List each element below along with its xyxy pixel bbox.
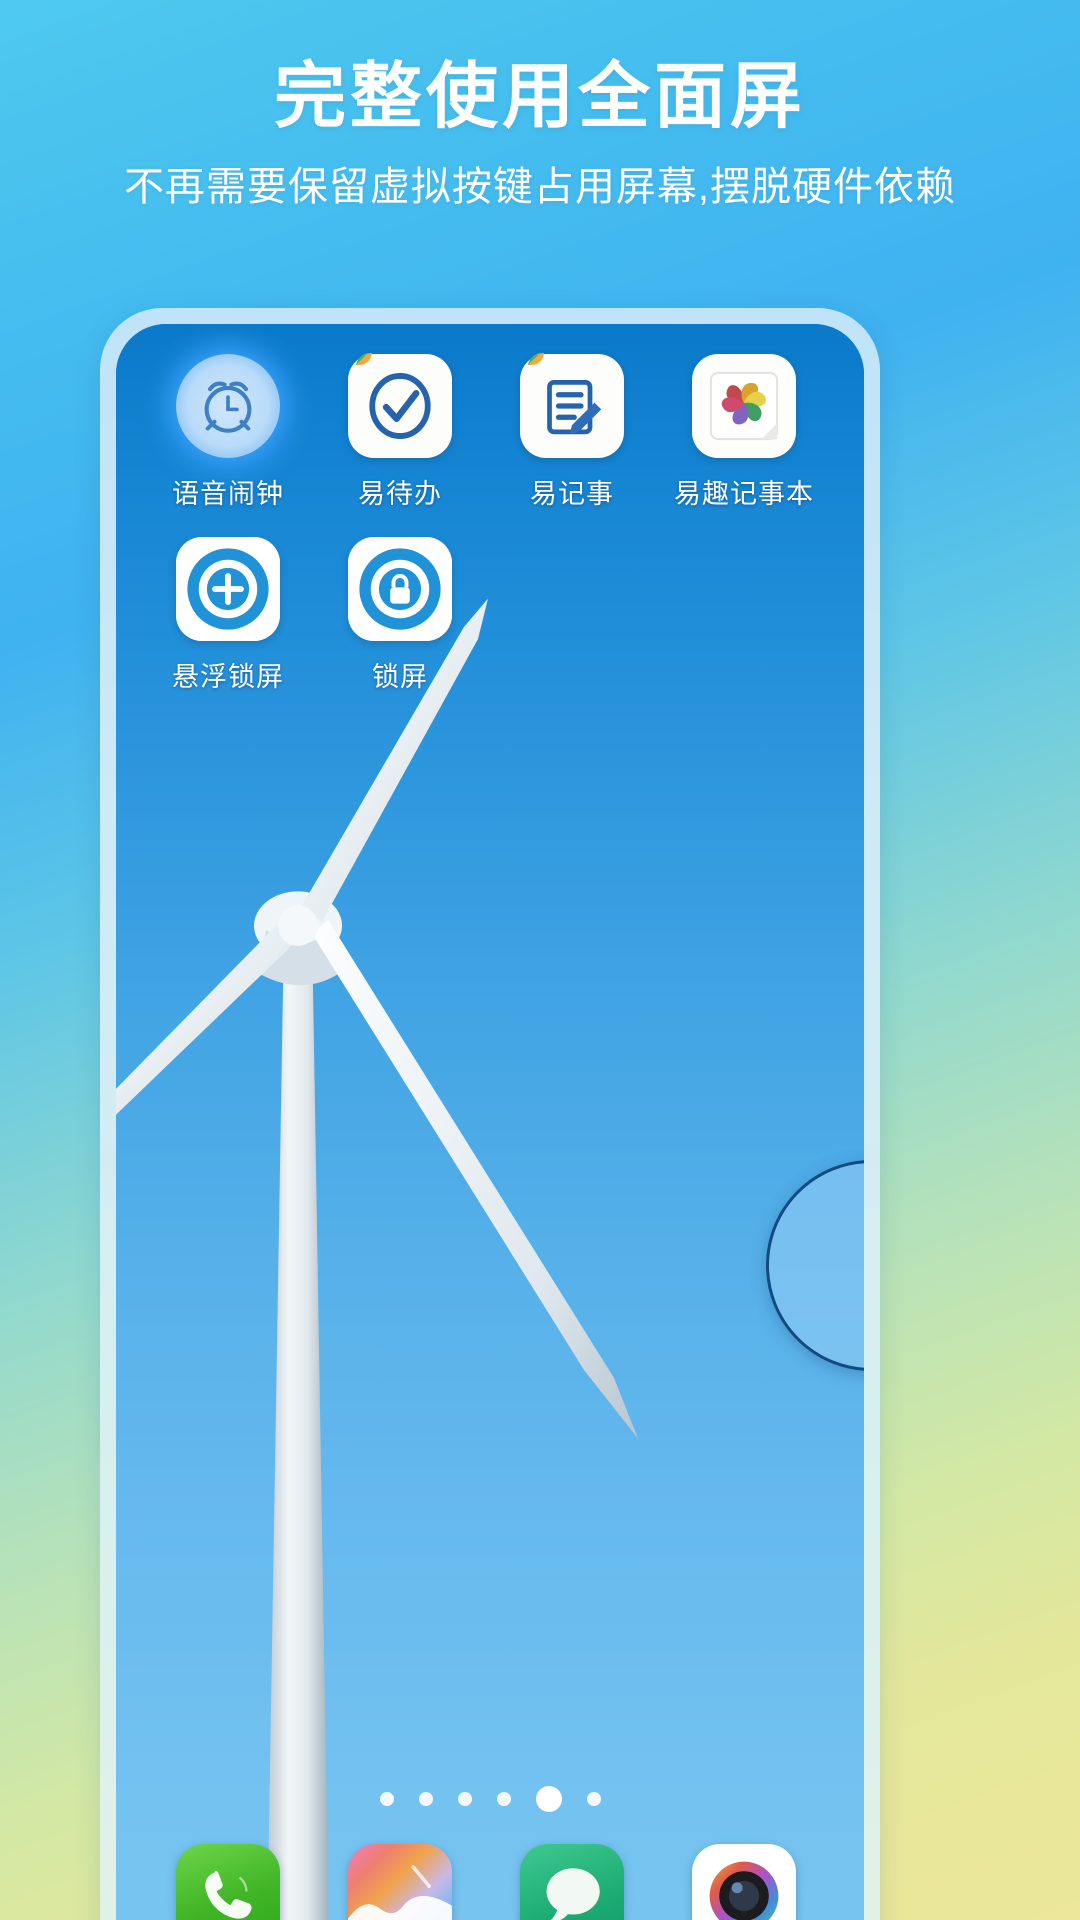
app-slot-empty xyxy=(658,537,830,694)
page-dot-active[interactable] xyxy=(535,1786,562,1812)
note-pen-icon[interactable] xyxy=(520,353,624,458)
app-row: 悬浮锁屏 锁屏 xyxy=(142,537,838,694)
page-dot[interactable] xyxy=(586,1792,601,1806)
alarm-clock-icon[interactable] xyxy=(176,354,280,458)
page-dot[interactable] xyxy=(418,1792,433,1806)
lock-ring-glyph xyxy=(348,537,452,641)
plus-ring-glyph xyxy=(176,537,280,641)
page-dot[interactable] xyxy=(457,1792,472,1806)
app-label: 语音闹钟 xyxy=(172,479,284,509)
flower-notebook-glyph xyxy=(709,371,779,441)
app-row: 语音闹钟 易待办 易记事 易趣记事本 xyxy=(142,353,838,511)
app-label: 易趣记事本 xyxy=(674,479,814,509)
app-item-notes[interactable]: 易记事 xyxy=(486,353,658,511)
leaf-accent-icon xyxy=(528,353,544,366)
gallery-glyph xyxy=(348,1864,452,1920)
phone-icon[interactable] xyxy=(176,1844,280,1920)
phone-screen: 语音闹钟 易待办 易记事 易趣记事本 悬浮锁屏 锁屏 xyxy=(116,324,864,1920)
dock: 电话 相册 xyxy=(116,1844,864,1920)
check-circle-icon[interactable] xyxy=(348,353,452,458)
page-indicator[interactable] xyxy=(116,1786,864,1812)
camera-glyph xyxy=(709,1861,779,1920)
phone-frame: 语音闹钟 易待办 易记事 易趣记事本 悬浮锁屏 锁屏 xyxy=(100,308,880,1920)
app-label: 锁屏 xyxy=(372,662,428,692)
back-arc-icon xyxy=(824,1218,865,1314)
page-title: 完整使用全面屏 xyxy=(273,57,806,137)
app-slot-empty xyxy=(486,537,658,694)
message-icon[interactable] xyxy=(520,1844,624,1920)
phone-glyph xyxy=(205,1870,252,1919)
message-glyph xyxy=(546,1868,600,1920)
alarm-clock-glyph xyxy=(204,381,252,433)
dock-item-camera[interactable]: 相机 xyxy=(658,1844,830,1920)
app-grid: 语音闹钟 易待办 易记事 易趣记事本 悬浮锁屏 锁屏 xyxy=(116,353,864,720)
flower-notebook-icon[interactable] xyxy=(692,354,796,458)
dock-item-gallery[interactable]: 相册 xyxy=(314,1844,486,1920)
hero-section: 完整使用全面屏 不再需要保留虚拟按键占用屏幕,摆脱硬件依赖 xyxy=(0,0,1080,211)
page-subtitle: 不再需要保留虚拟按键占用屏幕,摆脱硬件依赖 xyxy=(123,165,957,210)
lock-ring-icon[interactable] xyxy=(348,537,452,641)
app-item-lock-screen[interactable]: 锁屏 xyxy=(314,537,486,694)
dock-item-messages[interactable]: 信息 xyxy=(486,1844,658,1920)
dock-item-phone[interactable]: 电话 xyxy=(142,1844,314,1920)
app-label: 易记事 xyxy=(530,479,614,509)
camera-icon[interactable] xyxy=(692,1844,796,1920)
page-dot[interactable] xyxy=(496,1792,511,1806)
app-item-todo[interactable]: 易待办 xyxy=(314,353,486,511)
app-item-alarm[interactable]: 语音闹钟 xyxy=(142,354,314,511)
gallery-icon[interactable] xyxy=(348,1844,452,1920)
leaf-accent-icon xyxy=(356,353,372,366)
check-circle-glyph xyxy=(369,373,431,439)
app-label: 易待办 xyxy=(358,479,442,509)
page-dot[interactable] xyxy=(379,1792,394,1806)
app-item-fun-notebook[interactable]: 易趣记事本 xyxy=(658,354,830,511)
promo-screenshot: 完整使用全面屏 不再需要保留虚拟按键占用屏幕,摆脱硬件依赖 语音闹钟 易待办 易… xyxy=(0,0,1080,1920)
note-pen-glyph xyxy=(547,380,602,435)
plus-ring-icon[interactable] xyxy=(176,537,280,641)
app-item-float-lock[interactable]: 悬浮锁屏 xyxy=(142,537,314,694)
app-label: 悬浮锁屏 xyxy=(172,662,284,692)
